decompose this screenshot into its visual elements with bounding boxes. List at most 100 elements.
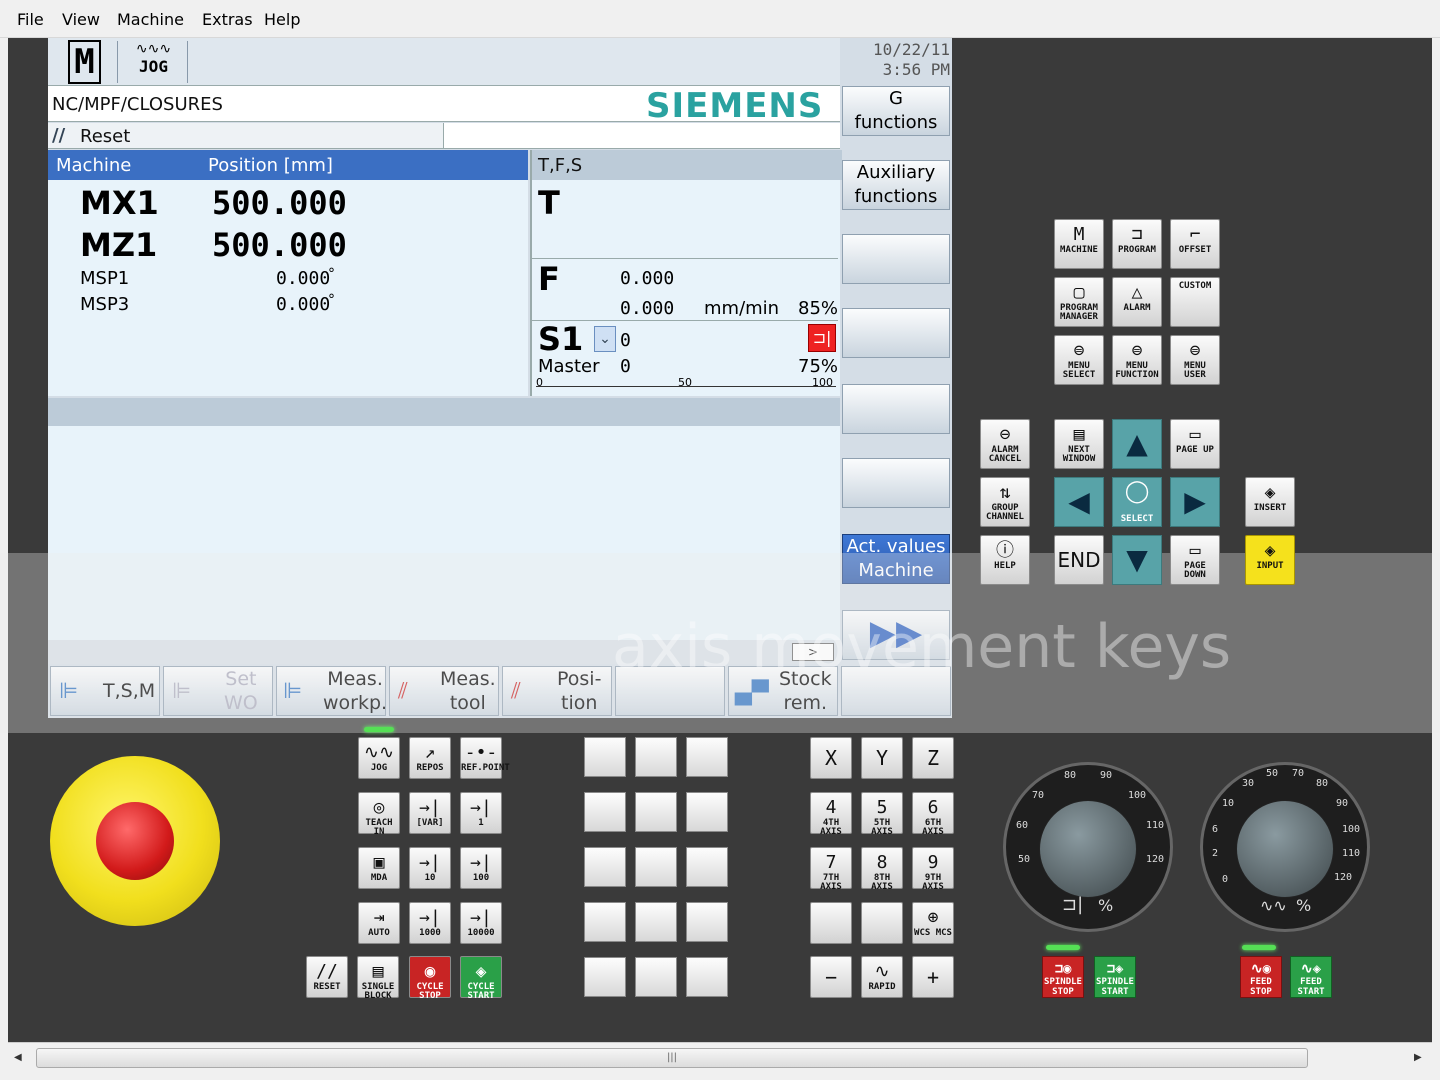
page-down-button[interactable]: ▭ PAGE DOWN [1170,535,1220,585]
user-key-0-0[interactable] [584,737,626,777]
user-key-1-2[interactable] [686,792,728,832]
softkey-tsm[interactable]: ⊫ T,S,M [50,666,160,716]
spindle-dropdown-chevron-icon[interactable]: ⌄ [594,326,616,352]
single-block-button[interactable]: ▤ SINGLE BLOCK [357,956,399,1001]
scroll-thumb[interactable]: ||| [36,1048,1308,1068]
user-key-4-2[interactable] [686,957,728,997]
cursor-right-button[interactable]: ▶ [1170,477,1220,527]
menu-function-button[interactable]: ⊜ MENU FUNCTION [1112,335,1162,385]
scroll-right-icon[interactable]: ▶ [1414,1052,1422,1063]
axis-7th-axis-button[interactable]: 7 7TH AXIS [810,847,852,892]
spindle-start-button[interactable]: ⊐◈ SPINDLE START [1094,956,1136,998]
softkey-v5[interactable] [842,384,950,434]
horizontal-scrollbar[interactable]: ◀ ||| ▶ [8,1042,1432,1072]
user-key-4-0[interactable] [584,957,626,997]
cycle-start-button[interactable]: ◈ CYCLE START [460,956,502,1001]
spindle-stop-button[interactable]: ⊐◉ SPINDLE STOP [1042,956,1084,998]
program-manager-label: PROGRAM MANAGER [1060,303,1098,322]
user-key-0-1[interactable] [635,737,677,777]
menu-file[interactable]: File [17,10,44,29]
user-key-3-1[interactable] [635,902,677,942]
emergency-stop-button[interactable] [96,802,174,880]
cycle-stop-button[interactable]: ◉ CYCLE STOP [409,956,451,1001]
softkey-set-wo[interactable]: ⊫ Set WO [163,666,273,716]
mode-ref-point-button[interactable]: -•- REF.POINT [460,737,510,779]
softkey-v3[interactable] [842,234,950,284]
mode-auto-button[interactable]: ⇥ AUTO [358,902,400,944]
reset-button[interactable]: //RESET [306,956,348,998]
program-manager-button[interactable]: ▢ PROGRAM MANAGER [1054,277,1104,327]
machine-button[interactable]: M MACHINE [1054,219,1104,269]
axis-5th-axis-button[interactable]: 5 5TH AXIS [861,792,903,837]
help-button[interactable]: ⓘ HELP [980,535,1030,585]
feed-stop-button[interactable]: ∿◉ FEED STOP [1240,956,1282,998]
program-button[interactable]: ⊐ PROGRAM [1112,219,1162,269]
axis-wcs-mcs-button[interactable]: ⊕ WCS MCS [912,902,954,944]
user-key-2-1[interactable] [635,847,677,887]
offset-button[interactable]: ⌐ OFFSET [1170,219,1220,269]
axis-z-2-button[interactable]: Z [912,737,954,779]
axis-blank-9-button[interactable] [810,902,852,944]
input-button[interactable]: ◈ INPUT [1245,535,1295,585]
menu-machine[interactable]: Machine [117,10,184,29]
axis-unit-msp1: ° [328,266,335,282]
axis-6th-axis-button[interactable]: 6 6TH AXIS [912,792,954,837]
axis-blank-14-button[interactable]: + [912,956,954,998]
end-button[interactable]: END [1054,535,1104,585]
softkey-v4[interactable] [842,308,950,358]
custom-button[interactable]: CUSTOM [1170,277,1220,327]
scroll-left-icon[interactable]: ◀ [14,1052,22,1063]
softkey-v6[interactable] [842,458,950,508]
cursor-up-button[interactable]: ▲ [1112,419,1162,469]
insert-button[interactable]: ◈ INSERT [1245,477,1295,527]
axis-blank-12-button[interactable]: − [810,956,852,998]
axis-9th-axis-button[interactable]: 9 9TH AXIS [912,847,954,892]
user-key-4-1[interactable] [635,957,677,997]
user-key-3-2[interactable] [686,902,728,942]
group-channel-button[interactable]: ⇅ GROUP CHANNEL [980,477,1030,527]
mode-10000-button[interactable]: →| 10000 [460,902,502,944]
mode-100-button[interactable]: →| 100 [460,847,502,889]
mode-1-button[interactable]: →| 1 [460,792,502,834]
axis-4th-axis-button[interactable]: 4 4TH AXIS [810,792,852,837]
menu-extras[interactable]: Extras [202,10,253,29]
user-key-1-1[interactable] [635,792,677,832]
cursor-down-button[interactable]: ▼ [1112,535,1162,585]
page-up-button[interactable]: ▭ PAGE UP [1170,419,1220,469]
axis-8th-axis-button[interactable]: 8 8TH AXIS [861,847,903,892]
mode-repos-button[interactable]: ↗ REPOS [409,737,451,779]
user-key-2-2[interactable] [686,847,728,887]
select-button[interactable]: ◯ SELECT [1112,477,1162,527]
spindle-override-knob[interactable] [1039,800,1137,898]
alarm-cancel-button[interactable]: ⊖ ALARM CANCEL [980,419,1030,469]
next-window-button[interactable]: ▤ NEXT WINDOW [1054,419,1104,469]
user-key-3-0[interactable] [584,902,626,942]
axis-x-0-button[interactable]: X [810,737,852,779]
mode-jog-button[interactable]: ∿∿ JOG [358,737,400,779]
axis-blank-10-button[interactable] [861,902,903,944]
mode-teach-in-button[interactable]: ◎ TEACH IN [358,792,400,837]
user-key-2-0[interactable] [584,847,626,887]
mode-mda-button[interactable]: ▣ MDA [358,847,400,889]
user-key-1-0[interactable] [584,792,626,832]
menu-view[interactable]: View [62,10,100,29]
softkey-meas-tool[interactable]: ⫽ Meas. tool [389,666,499,716]
mode-var-button[interactable]: →| [VAR] [409,792,451,834]
softkey-position[interactable]: ⫽ Posi-tion [502,666,612,716]
cursor-left-button[interactable]: ◀ [1054,477,1104,527]
mode-1000-button[interactable]: →| 1000 [409,902,451,944]
softkey-g-functions[interactable]: Gfunctions [842,86,950,136]
mode-10-button[interactable]: →| 10 [409,847,451,889]
softkey-meas-workp[interactable]: ⊫ Meas. workp. [276,666,387,716]
feed-start-button[interactable]: ∿◈ FEED START [1290,956,1332,998]
softkey-act-values-machine[interactable]: Act. values Machine [842,534,950,584]
alarm-button[interactable]: △ ALARM [1112,277,1162,327]
user-key-0-2[interactable] [686,737,728,777]
menu-help[interactable]: Help [264,10,300,29]
axis-y-1-button[interactable]: Y [861,737,903,779]
softkey-auxiliary-functions[interactable]: Auxiliary functions [842,160,950,210]
axis-rapid-button[interactable]: ∿ RAPID [861,956,903,998]
menu-select-button[interactable]: ⊜ MENU SELECT [1054,335,1104,385]
feed-override-knob[interactable] [1236,800,1334,898]
menu-user-button[interactable]: ⊜ MENU USER [1170,335,1220,385]
